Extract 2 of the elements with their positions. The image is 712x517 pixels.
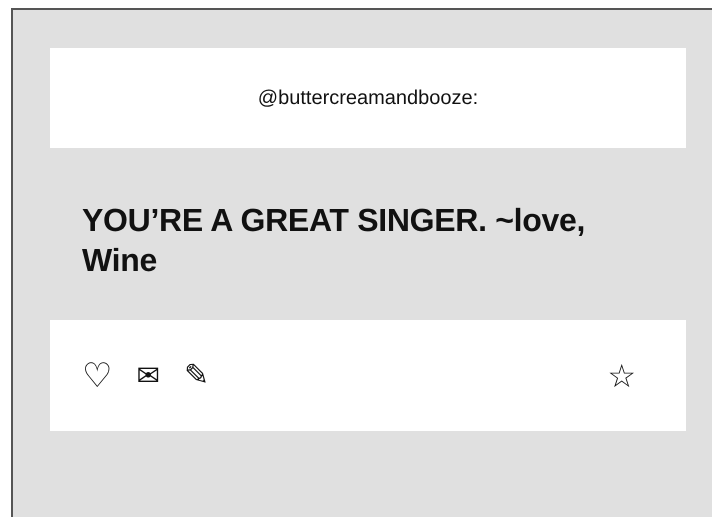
message-text: YOU’RE A GREAT SINGER. ~love, Wine bbox=[81, 201, 586, 280]
author-handle: @buttercreamandbooze: bbox=[258, 86, 478, 110]
